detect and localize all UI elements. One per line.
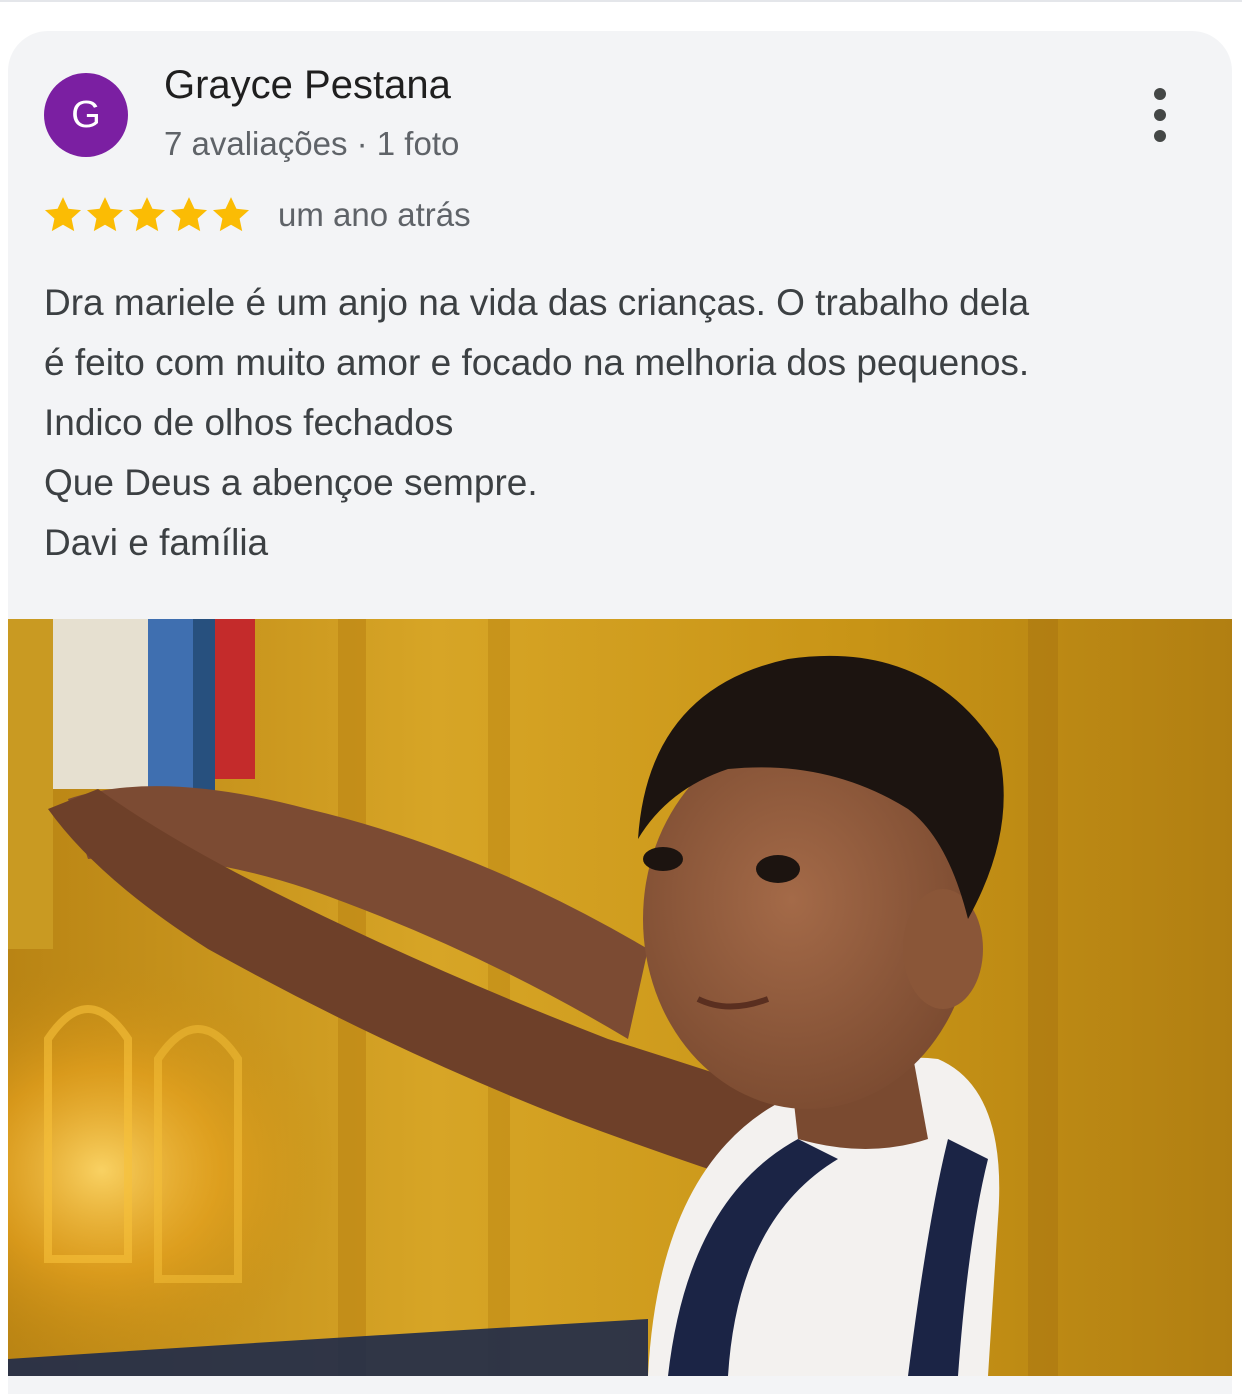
review-text-line: Que Deus a abençoe sempre. <box>44 462 538 503</box>
review-text-line: Dra mariele é um anjo na vida das crianç… <box>44 282 1030 323</box>
more-vert-icon <box>1154 88 1166 142</box>
star-icon <box>128 197 166 232</box>
review-text: Dra mariele é um anjo na vida das crianç… <box>44 273 1214 573</box>
review-date: um ano atrás <box>278 196 471 233</box>
star-rating <box>42 194 252 236</box>
reviewer-name[interactable]: Grayce Pestana <box>164 63 451 108</box>
reviewer-meta: 7 avaliações · 1 foto <box>164 125 460 162</box>
review-card: G Grayce Pestana 7 avaliações · 1 foto u… <box>8 31 1232 1394</box>
star-icon <box>86 197 124 232</box>
star-icon <box>170 197 208 232</box>
top-divider <box>0 0 1242 2</box>
review-photo[interactable] <box>8 619 1232 1376</box>
review-text-line: Davi e família <box>44 522 269 563</box>
reviewer-avatar[interactable]: G <box>44 73 128 157</box>
review-photo-image <box>8 619 1232 1376</box>
more-options-button[interactable] <box>1136 85 1184 145</box>
review-text-line: é feito com muito amor e focado na melho… <box>44 342 1030 383</box>
review-text-line: Indico de olhos fechados <box>44 402 454 443</box>
star-icon <box>212 197 250 232</box>
rating-row: um ano atrás <box>42 191 471 239</box>
star-icon <box>44 197 82 232</box>
